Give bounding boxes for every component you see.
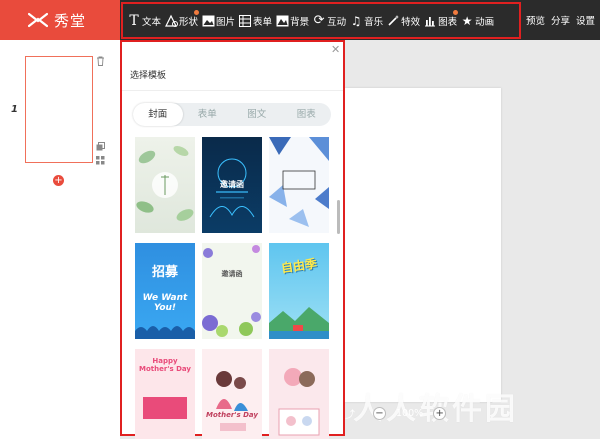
tool-image[interactable]: 图片: [201, 4, 235, 37]
tool-music[interactable]: ♫ 音乐: [349, 4, 383, 37]
card-title: Happy Mother's Day: [139, 357, 191, 373]
new-badge-dot: [194, 10, 200, 15]
template-card[interactable]: Happy Mother's Day: [135, 349, 195, 439]
tool-animation[interactable]: ★ 动画: [460, 4, 494, 37]
card-banner: [143, 397, 187, 419]
template-card[interactable]: Mother's Day: [202, 349, 262, 439]
page-list-panel: 1 +: [0, 40, 120, 439]
scrollbar[interactable]: [337, 200, 340, 234]
template-tabs: 封面 表单 图文 图表: [133, 103, 331, 126]
template-card[interactable]: 邀请函: [202, 137, 262, 233]
landscape-illustration: [269, 307, 329, 339]
preview-button[interactable]: 预览: [526, 13, 545, 27]
card-title: 邀请函: [221, 270, 243, 278]
card-title: 招募: [151, 265, 178, 280]
card-title: 邀请函: [220, 180, 244, 189]
mother-illustration: [216, 371, 248, 431]
interact-icon: ⟳: [313, 13, 325, 28]
template-card[interactable]: [135, 137, 195, 233]
logo[interactable]: 秀堂: [0, 0, 120, 40]
form-icon: [238, 14, 252, 28]
text-icon: T: [129, 12, 139, 29]
tab-graphic[interactable]: 图文: [232, 103, 282, 126]
tool-chart[interactable]: 图表: [423, 4, 459, 37]
page-thumbnail[interactable]: [25, 56, 93, 163]
copy-page-icon[interactable]: [96, 142, 105, 151]
editor-canvas[interactable]: [345, 88, 501, 402]
geometric-illustration: [269, 137, 329, 227]
tool-interact[interactable]: ⟳ 互动: [312, 4, 346, 37]
zoom-value: 100%: [396, 407, 424, 419]
grid-icon[interactable]: [96, 156, 105, 165]
tool-effect[interactable]: 特效: [386, 4, 420, 37]
animation-icon: ★: [461, 13, 473, 28]
zoom-in-button[interactable]: +: [433, 406, 447, 420]
tab-chart[interactable]: 图表: [282, 103, 332, 126]
template-card[interactable]: [269, 349, 329, 439]
undo-icon[interactable]: ⤴: [345, 406, 355, 421]
toolbar: T 文本 形状 图片 表单 背景 ⟳ 互动 ♫ 音乐 特效 图表 ★ 动画: [121, 2, 521, 39]
share-button[interactable]: 分享: [551, 13, 570, 27]
top-bar: 秀堂 T 文本 形状 图片 表单 背景 ⟳ 互动 ♫ 音乐 特效 图表 ★ 动画…: [0, 0, 600, 40]
crowd-illustration: [135, 326, 195, 339]
close-icon[interactable]: ✕: [331, 43, 340, 56]
page-number: 1: [11, 104, 18, 115]
floral-illustration: [202, 245, 261, 337]
template-card[interactable]: 招募 We Want You!: [135, 243, 195, 339]
shape-icon: [164, 14, 179, 28]
trash-icon[interactable]: [96, 56, 105, 66]
card-title: 自由季: [280, 256, 318, 276]
tab-cover[interactable]: 封面: [133, 103, 183, 126]
floral-illustration: [136, 146, 194, 221]
zoom-out-button[interactable]: −: [373, 406, 386, 420]
tool-text[interactable]: T 文本: [127, 4, 161, 37]
template-card[interactable]: [269, 137, 329, 233]
zoom-control: ⤴ − 100% +: [345, 400, 470, 426]
template-panel: ✕ 选择模板 封面 表单 图文 图表 邀请函 招募 We Want You! 邀…: [120, 40, 345, 439]
settings-button[interactable]: 设置: [576, 13, 595, 27]
logo-text: 秀堂: [54, 11, 87, 30]
divider: [122, 90, 343, 91]
header-actions: 预览 分享 设置: [520, 0, 595, 40]
card-title: Mother's Day: [206, 411, 258, 419]
plus-icon: +: [54, 174, 63, 186]
music-icon: ♫: [350, 13, 362, 28]
effect-icon: [386, 14, 400, 28]
logo-icon: [28, 12, 48, 28]
template-card[interactable]: 自由季: [269, 243, 329, 339]
new-badge-dot: [453, 10, 459, 15]
panel-title: 选择模板: [130, 71, 167, 81]
template-card[interactable]: 邀请函: [202, 243, 262, 339]
tab-form[interactable]: 表单: [183, 103, 233, 126]
add-page-button[interactable]: +: [53, 175, 64, 186]
tool-background[interactable]: 背景: [275, 4, 309, 37]
chart-icon: [423, 14, 437, 28]
tool-form[interactable]: 表单: [238, 4, 272, 37]
card-subtitle: We Want You!: [142, 293, 188, 313]
image-icon: [201, 14, 215, 28]
tool-shape[interactable]: 形状: [164, 4, 200, 37]
couple-illustration: [278, 368, 320, 436]
background-icon: [275, 14, 289, 28]
